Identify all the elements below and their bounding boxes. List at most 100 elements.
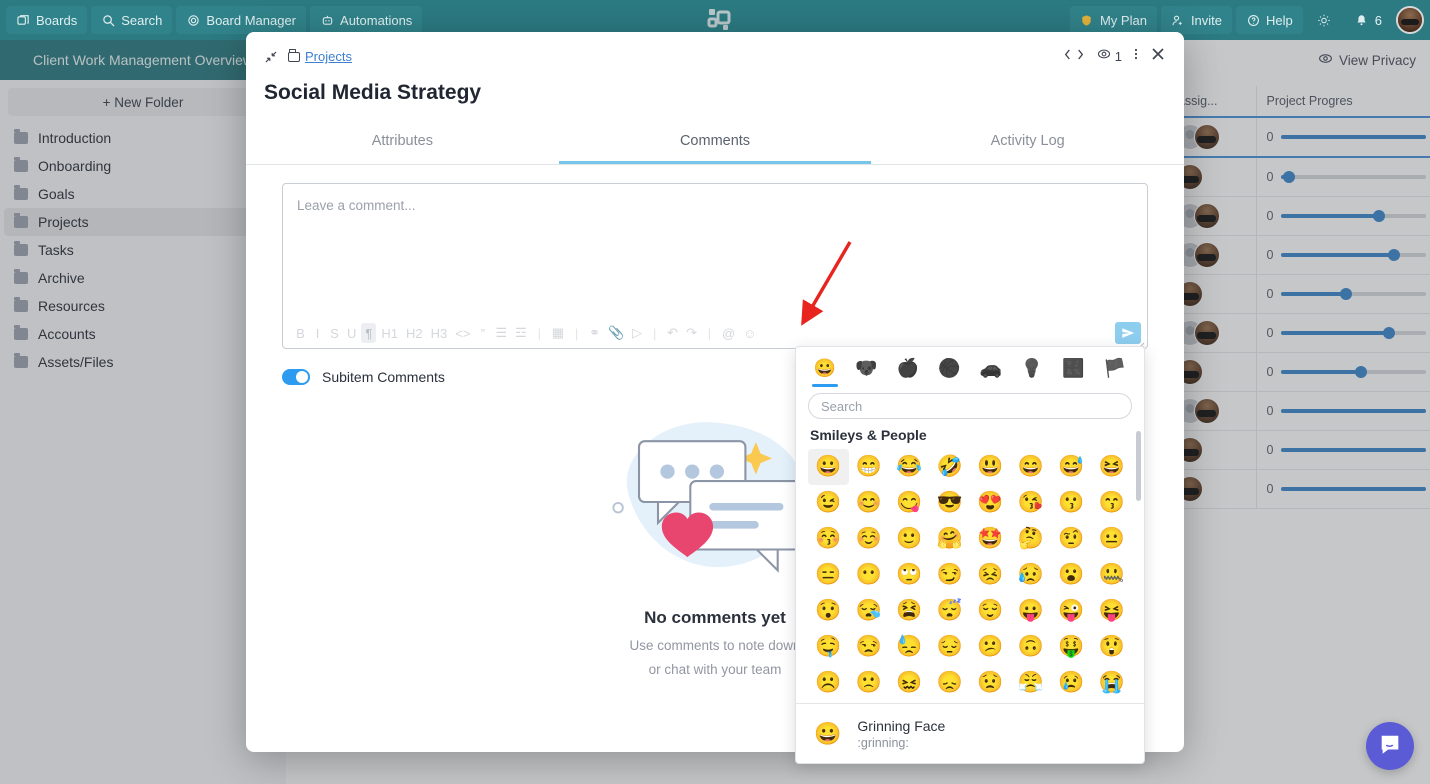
emoji-item[interactable]: 😋 (889, 485, 930, 521)
emoji-item[interactable]: 🙁 (849, 665, 890, 701)
heading3-button[interactable]: H3 (428, 323, 451, 343)
emoji-scroll-area[interactable]: Smileys & People 😀😁😂🤣😃😄😅😆😉😊😋😎😍😘😗😙😚☺️🙂🤗🤩🤔… (796, 425, 1144, 703)
resize-handle[interactable] (1136, 337, 1145, 346)
emoji-item[interactable]: 🙄 (889, 557, 930, 593)
emoji-item[interactable]: 😝 (1092, 593, 1133, 629)
strikethrough-button[interactable]: S (327, 323, 342, 343)
italic-button[interactable]: I (310, 323, 325, 343)
invite-button[interactable]: Invite (1161, 6, 1232, 34)
emoji-item[interactable]: 😘 (1011, 485, 1052, 521)
mention-button[interactable]: @ (719, 323, 738, 343)
emoji-item[interactable]: 😙 (1092, 485, 1133, 521)
smileys-people-tab[interactable]: 😀 (810, 353, 840, 383)
video-button[interactable]: ▷ (629, 323, 645, 343)
emoji-item[interactable]: 😣 (970, 557, 1011, 593)
emoji-item[interactable]: 😅 (1051, 449, 1092, 485)
close-icon[interactable] (1150, 46, 1166, 67)
emoji-item[interactable]: 😭 (1092, 665, 1133, 701)
comment-editor[interactable]: Leave a comment... BISU¶H1H2H3<>”☰☲|▦|⚭📎… (282, 183, 1148, 349)
comment-input-placeholder[interactable]: Leave a comment... (283, 184, 1147, 227)
watchers-indicator[interactable]: 1 (1097, 47, 1122, 66)
food-drink-tab[interactable]: 🍎 (893, 353, 923, 383)
emoji-item[interactable]: 😌 (970, 593, 1011, 629)
objects-tab[interactable]: 💡 (1017, 353, 1047, 383)
bold-button[interactable]: B (293, 323, 308, 343)
emoji-item[interactable]: 😖 (889, 665, 930, 701)
collapse-arrow-icon[interactable] (264, 50, 278, 64)
chevron-left-icon[interactable] (1063, 48, 1072, 66)
emoji-item[interactable]: 😎 (930, 485, 971, 521)
theme-toggle-button[interactable] (1307, 6, 1341, 34)
emoji-item[interactable]: 😛 (1011, 593, 1052, 629)
emoji-item[interactable]: ☺️ (849, 521, 890, 557)
emoji-item[interactable]: 🤐 (1092, 557, 1133, 593)
code-button[interactable]: <> (452, 323, 473, 343)
emoji-item[interactable]: 😮 (1051, 557, 1092, 593)
help-button[interactable]: Help (1236, 6, 1303, 34)
emoji-item[interactable]: 😟 (970, 665, 1011, 701)
emoji-item[interactable]: 😚 (808, 521, 849, 557)
tab-comments[interactable]: Comments (559, 123, 872, 164)
redo-button[interactable]: ↷ (683, 323, 700, 343)
underline-button[interactable]: U (344, 323, 359, 343)
emoji-item[interactable]: 😓 (889, 629, 930, 665)
emoji-item[interactable]: 🤔 (1011, 521, 1052, 557)
activity-tab[interactable]: 🏀 (934, 353, 964, 383)
tab-activity-log[interactable]: Activity Log (871, 123, 1184, 164)
nav-boards-button[interactable]: Boards (6, 6, 87, 34)
emoji-item[interactable]: 😑 (808, 557, 849, 593)
emoji-item[interactable]: 😯 (808, 593, 849, 629)
emoji-item[interactable]: 😞 (930, 665, 971, 701)
table-button[interactable]: ▦ (549, 323, 567, 343)
travel-places-tab[interactable]: 🚗 (976, 353, 1006, 383)
nav-automations-button[interactable]: Automations (310, 6, 422, 34)
emoji-item[interactable]: 😲 (1092, 629, 1133, 665)
emoji-item[interactable]: 😒 (849, 629, 890, 665)
emoji-item[interactable]: 😤 (1011, 665, 1052, 701)
breadcrumb-projects-link[interactable]: Projects (305, 49, 352, 64)
emoji-item[interactable]: 😕 (970, 629, 1011, 665)
emoji-item[interactable]: 😶 (849, 557, 890, 593)
emoji-item[interactable]: 🤗 (930, 521, 971, 557)
emoji-item[interactable]: 😄 (1011, 449, 1052, 485)
emoji-item[interactable]: ☹️ (808, 665, 849, 701)
numbered-list-button[interactable]: ☲ (512, 323, 530, 343)
emoji-item[interactable]: 😪 (849, 593, 890, 629)
emoji-item[interactable]: 😗 (1051, 485, 1092, 521)
chevron-right-icon[interactable] (1076, 48, 1085, 66)
nav-search-button[interactable]: Search (91, 6, 172, 34)
nav-board-manager-button[interactable]: Board Manager (176, 6, 306, 34)
emoji-item[interactable]: 😔 (930, 629, 971, 665)
animals-nature-tab[interactable]: 🐶 (851, 353, 881, 383)
link-button[interactable]: ⚭ (586, 323, 603, 343)
quote-button[interactable]: ” (475, 323, 490, 343)
emoji-item[interactable]: 😴 (930, 593, 971, 629)
emoji-item[interactable]: 🤤 (808, 629, 849, 665)
emoji-item[interactable]: 😐 (1092, 521, 1133, 557)
emoji-item[interactable]: 😍 (970, 485, 1011, 521)
emoji-item[interactable]: 😥 (1011, 557, 1052, 593)
emoji-item[interactable]: 😢 (1051, 665, 1092, 701)
emoji-item[interactable]: 😜 (1051, 593, 1092, 629)
emoji-scrollbar[interactable] (1136, 431, 1141, 501)
paragraph-button[interactable]: ¶ (361, 323, 376, 343)
emoji-item[interactable]: 😆 (1092, 449, 1133, 485)
emoji-item[interactable]: 🤣 (930, 449, 971, 485)
my-plan-button[interactable]: My Plan (1070, 6, 1157, 34)
emoji-item[interactable]: 🤑 (1051, 629, 1092, 665)
prev-next-navigation[interactable] (1063, 48, 1085, 66)
emoji-search-input[interactable] (808, 393, 1132, 419)
user-avatar[interactable] (1396, 6, 1424, 34)
flags-tab[interactable]: 🏳️ (1100, 353, 1130, 383)
emoji-button[interactable]: ☺ (740, 323, 759, 343)
emoji-item[interactable]: 🤩 (970, 521, 1011, 557)
intercom-launcher-button[interactable] (1366, 722, 1414, 770)
emoji-item[interactable]: 🙃 (1011, 629, 1052, 665)
symbols-tab[interactable]: 🔣 (1059, 353, 1089, 383)
heading2-button[interactable]: H2 (403, 323, 426, 343)
kebab-menu-icon[interactable] (1134, 46, 1138, 67)
subitem-comments-toggle[interactable] (282, 369, 310, 385)
emoji-item[interactable]: 😂 (889, 449, 930, 485)
emoji-item[interactable]: 😃 (970, 449, 1011, 485)
emoji-item[interactable]: 😁 (849, 449, 890, 485)
